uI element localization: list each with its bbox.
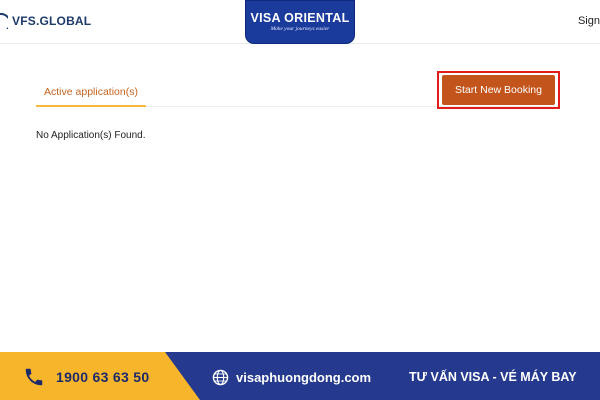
visa-oriental-tagline: Make your journeys easier <box>270 26 330 32</box>
empty-state-message: No Application(s) Found. <box>36 130 146 141</box>
tab-active-applications-label: Active application(s) <box>44 86 138 98</box>
tab-active-applications[interactable]: Active application(s) <box>36 83 146 107</box>
vfs-mark-icon <box>0 13 8 29</box>
vfs-global-logo[interactable]: VFS.GLOBAL <box>0 13 91 29</box>
visa-oriental-badge: VISA ORIENTAL Make your journeys easier <box>245 0 355 44</box>
globe-icon <box>212 369 229 386</box>
vfs-logo-text: VFS.GLOBAL <box>12 14 92 28</box>
hotline-number[interactable]: 1900 63 63 50 <box>56 369 149 385</box>
top-header: VFS.GLOBAL VISA ORIENTAL Make your journ… <box>0 0 600 44</box>
promo-footer-banner: 1900 63 63 50 visaphuongdong.com TƯ VẤN … <box>0 352 600 400</box>
footer-slogan: TƯ VẤN VISA - VÉ MÁY BAY <box>409 370 577 384</box>
website-link[interactable]: visaphuongdong.com <box>236 370 371 385</box>
phone-icon <box>25 368 43 386</box>
sign-in-link[interactable]: Sign <box>578 15 600 27</box>
start-new-booking-button[interactable]: Start New Booking <box>442 75 555 105</box>
visa-oriental-title: VISA ORIENTAL <box>250 11 350 25</box>
